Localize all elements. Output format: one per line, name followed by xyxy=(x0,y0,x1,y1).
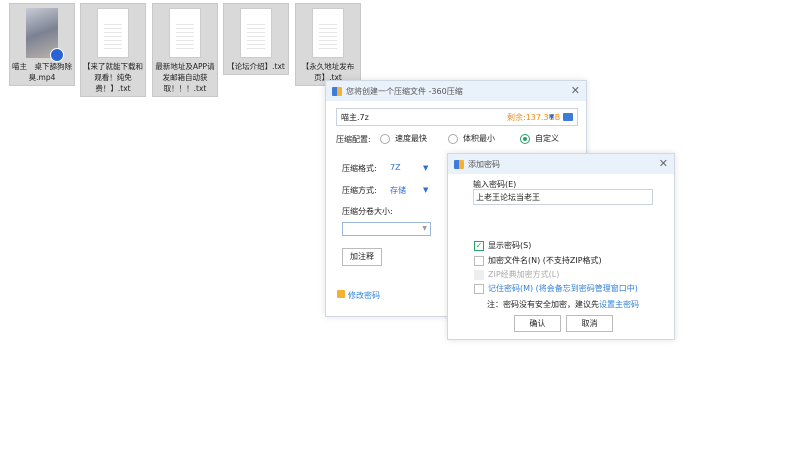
text-file-icon xyxy=(312,8,344,58)
chevron-down-icon[interactable]: ▼ xyxy=(423,164,428,172)
chevron-down-icon[interactable]: ▼ xyxy=(423,186,428,194)
text-file-icon xyxy=(240,8,272,58)
text-file-icon xyxy=(169,8,201,58)
360zip-icon xyxy=(454,159,464,169)
encrypt-filenames-checkbox[interactable]: 加密文件名(N) (不支持ZIP格式) xyxy=(474,255,602,266)
title-bar: 添加密码 xyxy=(448,154,674,174)
file-text[interactable]: 【论坛介绍】.txt xyxy=(223,3,289,75)
show-password-checkbox[interactable]: ✓ 显示密码(S) xyxy=(474,240,531,251)
change-password-link[interactable]: 修改密码 xyxy=(348,290,380,301)
format-select[interactable]: 7Z xyxy=(390,163,401,172)
file-text[interactable]: 【来了就能下载和观看！纯免费！】.txt xyxy=(80,3,146,97)
video-player-icon xyxy=(50,48,64,62)
text-file-icon xyxy=(97,8,129,58)
360zip-icon xyxy=(332,86,342,96)
zip-classic-checkbox: ZIP经典加密方式(L) xyxy=(474,269,559,280)
radio-custom[interactable]: 自定义 xyxy=(520,133,559,144)
close-icon[interactable]: ✕ xyxy=(659,157,668,170)
file-video[interactable]: 喵主 桌下舔狗除臭.mp4 xyxy=(9,3,75,86)
set-master-password-link[interactable]: 设置主密码 xyxy=(599,300,639,309)
remember-password-checkbox[interactable]: 记住密码(M) (将会备忘到密码管理窗口中) xyxy=(474,283,638,294)
video-thumbnail xyxy=(26,8,64,62)
chevron-down-icon[interactable]: ▼ xyxy=(549,113,554,121)
password-input[interactable]: 上老王论坛当老王 xyxy=(473,189,653,205)
check-icon: ✓ xyxy=(474,240,484,251)
lock-icon xyxy=(337,290,345,298)
password-dialog: 添加密码 ✕ 输入密码(E) 上老王论坛当老王 ✓ 显示密码(S) 加密文件名(N… xyxy=(447,153,675,340)
folder-icon[interactable] xyxy=(563,113,573,121)
close-icon[interactable]: ✕ xyxy=(571,84,580,97)
add-comment-button[interactable]: 加注释 xyxy=(342,248,382,266)
method-select[interactable]: 存储 xyxy=(390,185,406,196)
radio-fastest[interactable]: 速度最快 xyxy=(380,133,427,144)
split-size-select[interactable]: ▼ xyxy=(342,222,431,236)
radio-smallest[interactable]: 体积最小 xyxy=(448,133,495,144)
title-bar: 您将创建一个压缩文件 -360压缩 xyxy=(326,81,586,101)
file-text[interactable]: 最新地址及APP请发邮箱自动获取！！！.txt xyxy=(152,3,218,97)
chevron-down-icon: ▼ xyxy=(422,225,427,232)
confirm-button[interactable]: 确认 xyxy=(514,315,561,332)
archive-path-input[interactable]: 喵主.7z 剩余:137.3GB ▼ xyxy=(336,108,578,126)
cancel-button[interactable]: 取消 xyxy=(566,315,613,332)
file-text[interactable]: 【永久地址发布页】.txt xyxy=(295,3,361,86)
